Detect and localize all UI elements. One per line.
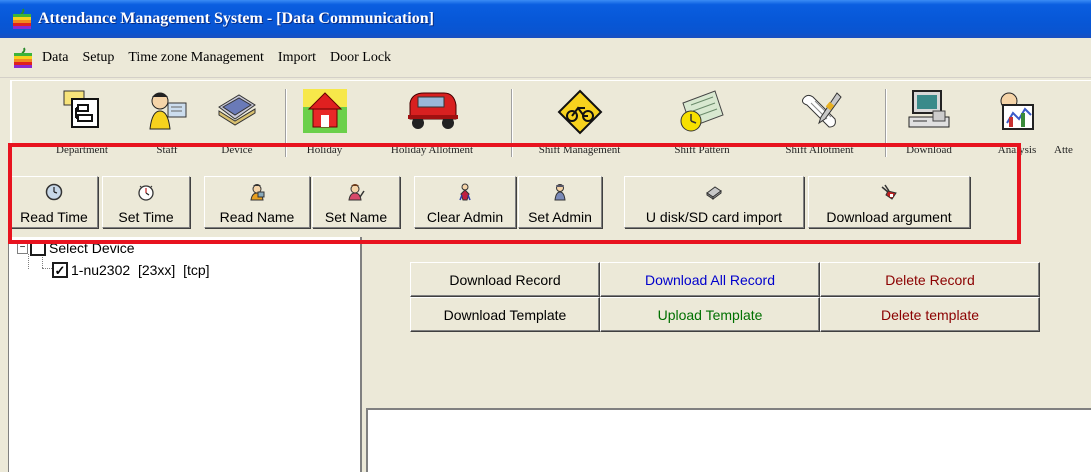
tree-item-device[interactable]: ✓ 1-nu2302 [23xx] [tcp] [52, 262, 210, 278]
toolbar-separator [511, 89, 513, 157]
toolbar-staff-button[interactable]: Staff [137, 81, 197, 161]
toolbar-department-label: Department [56, 144, 108, 156]
read-time-label: Read Time [20, 209, 88, 225]
toolbar-device-button[interactable]: Device [202, 81, 272, 161]
read-name-label: Read Name [219, 209, 295, 225]
delete-record-button[interactable]: Delete Record [820, 262, 1040, 297]
menu-data[interactable]: Data [40, 48, 70, 68]
staff-icon [149, 92, 187, 130]
usb-sd-import-button[interactable]: U disk/SD card import [624, 176, 804, 228]
toolbar-analysis-button[interactable]: Analysis [982, 81, 1052, 161]
disk-icon [706, 186, 722, 200]
upload-template-button[interactable]: Upload Template [600, 297, 820, 332]
menu-time-zone-management[interactable]: Time zone Management [126, 48, 266, 68]
clear-admin-label: Clear Admin [426, 209, 504, 225]
computer-icon [908, 90, 950, 128]
toolbar-download-button[interactable]: Download [894, 81, 964, 161]
select-device-label: Select Device [49, 240, 135, 256]
admin-clear-icon [459, 183, 471, 201]
set-admin-label: Set Admin [528, 209, 592, 225]
toolbar-shift-management-label: Shift Management [538, 144, 621, 156]
toolbar-shift-allotment-button[interactable]: Shift Allotment [757, 81, 882, 161]
analysis-icon [1000, 92, 1034, 130]
toolbar-department-button[interactable]: Department [32, 81, 132, 161]
toolbar-holiday-allotment-label: Holiday Allotment [390, 144, 474, 156]
device-label: 1-nu2302 [23xx] [tcp] [71, 262, 210, 278]
tree-root-select-device[interactable]: − Select Device [17, 240, 135, 256]
alarm-clock-icon [138, 185, 154, 201]
toolbar-shift-pattern-label: Shift Pattern [674, 144, 730, 156]
delete-template-button[interactable]: Delete template [820, 297, 1040, 332]
device-icon [218, 94, 256, 126]
usb-sd-import-label: U disk/SD card import [645, 209, 783, 225]
menu-setup[interactable]: Setup [80, 48, 116, 68]
menu-bar: Data Setup Time zone Management Import D… [0, 38, 1091, 78]
title-bar: Attendance Management System - [Data Com… [0, 0, 1091, 38]
toolbar-attendance-button[interactable]: Atte [1052, 81, 1091, 161]
device-checkbox[interactable]: ✓ [52, 262, 68, 278]
log-output-box[interactable] [366, 408, 1091, 472]
select-device-checkbox[interactable] [30, 240, 46, 256]
device-tree: − Select Device ✓ 1-nu2302 [23xx] [tcp] [8, 237, 362, 472]
set-name-label: Set Name [324, 209, 388, 225]
toolbar-staff-label: Staff [156, 144, 178, 156]
toolbar-separator [285, 89, 287, 157]
clear-admin-button[interactable]: Clear Admin [414, 176, 516, 228]
toolbar-separator [885, 89, 887, 157]
download-argument-button[interactable]: Download argument [808, 176, 970, 228]
bicycle-sign-icon [557, 89, 602, 135]
window-title: Attendance Management System - [Data Com… [38, 10, 434, 27]
menu-door-lock[interactable]: Door Lock [328, 48, 393, 68]
toolbar-attendance-label: Atte [1054, 144, 1073, 156]
download-argument-icon [881, 184, 897, 200]
department-icon [63, 90, 99, 128]
scroll-pen-icon [801, 92, 842, 128]
toolbar-device-label: Device [221, 144, 253, 156]
device-toolbar: Read Time Set Time Read Name Set Name Cl… [10, 172, 1091, 234]
apple-app-icon [13, 8, 31, 29]
download-record-button[interactable]: Download Record [410, 262, 600, 297]
set-time-label: Set Time [118, 209, 174, 225]
admin-icon [554, 184, 566, 201]
toolbar-shift-management-button[interactable]: Shift Management [517, 81, 642, 161]
toolbar-shift-pattern-button[interactable]: Shift Pattern [652, 81, 752, 161]
collapse-icon[interactable]: − [17, 242, 28, 254]
data-communication-panel: Download Record Download All Record Dele… [362, 237, 1091, 472]
download-argument-label: Download argument [826, 209, 952, 225]
person-icon [250, 184, 265, 201]
toolbar-download-label: Download [906, 144, 952, 156]
toolbar-holiday-label: Holiday [306, 144, 343, 156]
toolbar-holiday-button[interactable]: Holiday [292, 81, 357, 161]
set-name-button[interactable]: Set Name [312, 176, 400, 228]
apple-menu-icon[interactable] [12, 47, 34, 69]
clock-icon [45, 183, 63, 201]
toolbar-holiday-allotment-button[interactable]: Holiday Allotment [362, 81, 502, 161]
toolbar-analysis-label: Analysis [997, 144, 1037, 156]
download-all-record-button[interactable]: Download All Record [600, 262, 820, 297]
read-name-button[interactable]: Read Name [204, 176, 310, 228]
download-template-button[interactable]: Download Template [410, 297, 600, 332]
person-edit-icon [348, 184, 365, 201]
tree-connector [28, 254, 29, 269]
tree-connector [42, 254, 43, 268]
read-time-button[interactable]: Read Time [10, 176, 98, 228]
holiday-icon [302, 89, 347, 133]
set-time-button[interactable]: Set Time [102, 176, 190, 228]
main-toolbar: Department Staff Device Holiday Holiday … [10, 80, 1091, 160]
pattern-icon [680, 90, 724, 132]
menu-import[interactable]: Import [276, 48, 318, 68]
set-admin-button[interactable]: Set Admin [518, 176, 602, 228]
car-icon [408, 92, 458, 129]
toolbar-shift-allotment-label: Shift Allotment [785, 144, 854, 156]
